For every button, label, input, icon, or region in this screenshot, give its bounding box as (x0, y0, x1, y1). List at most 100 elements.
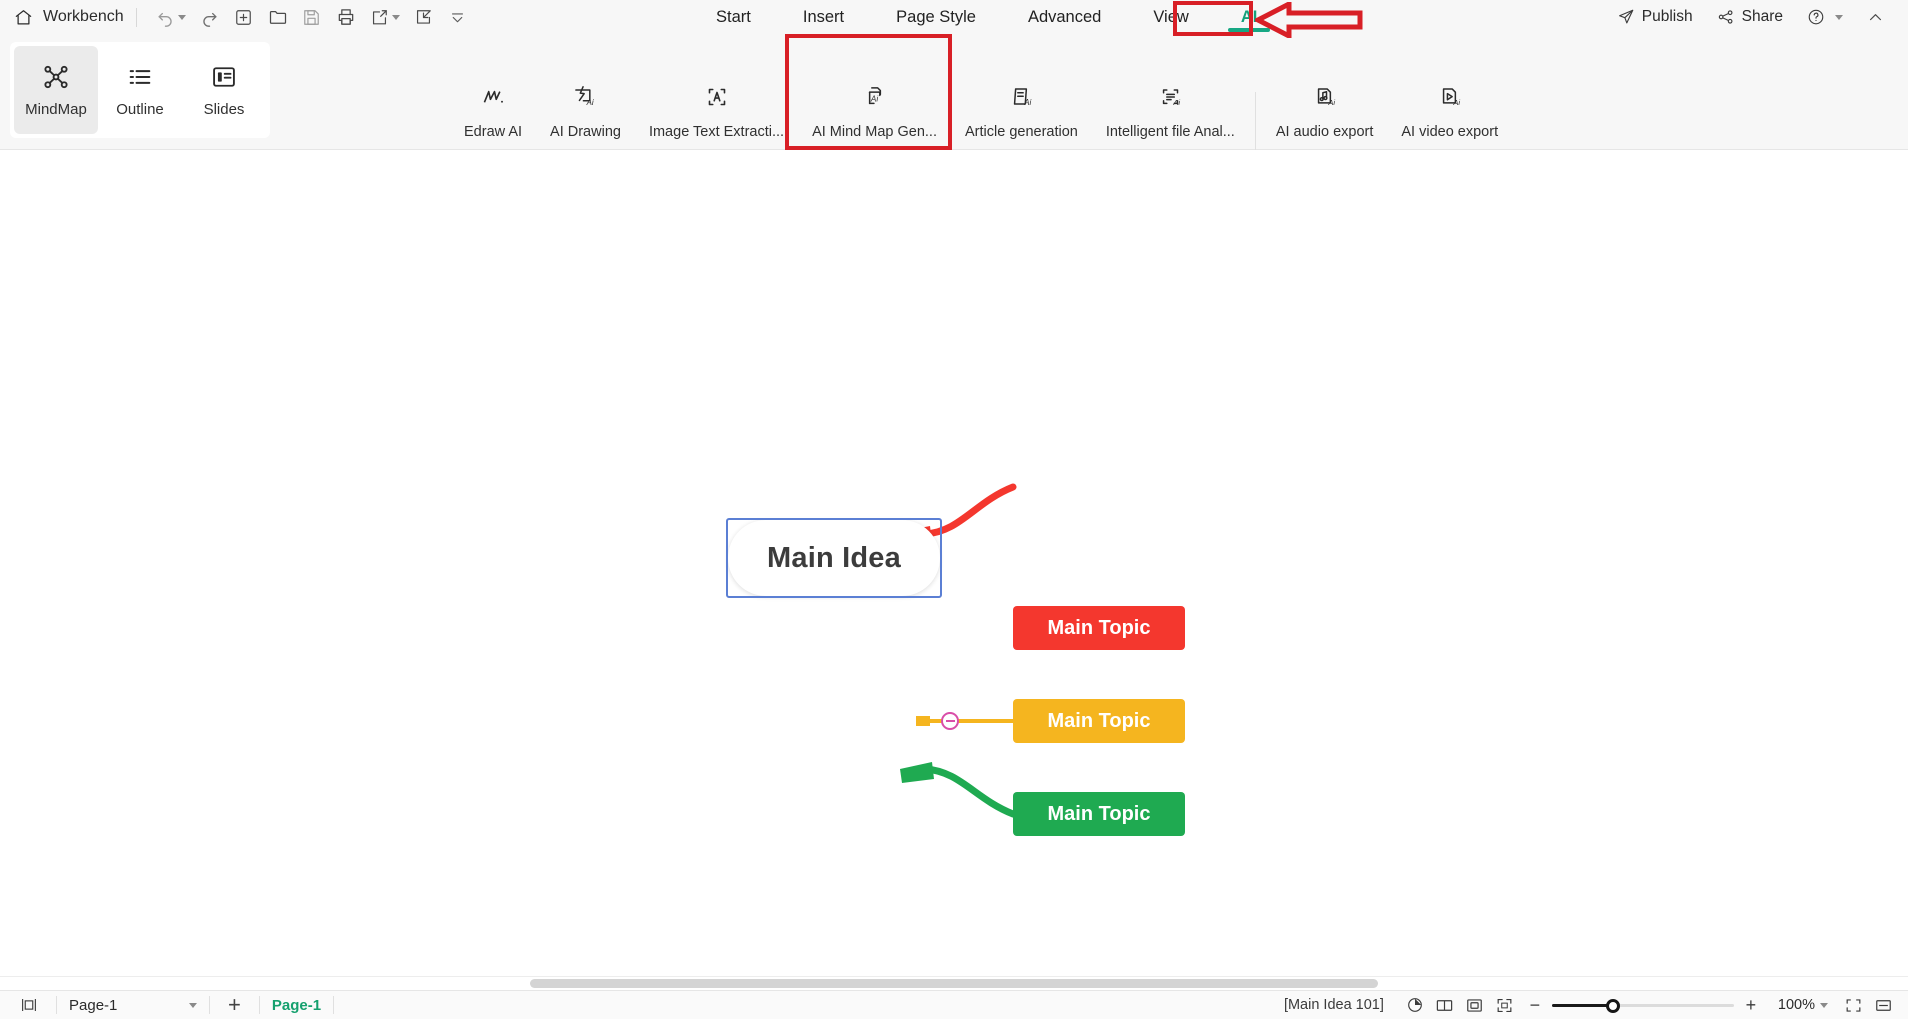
main-topic-node-3[interactable]: Main Topic (1013, 792, 1185, 836)
view-mode-outline[interactable]: Outline (98, 46, 182, 134)
new-button[interactable] (227, 2, 261, 32)
main-topic-label-2: Main Topic (1047, 709, 1151, 732)
title-bar-right-actions: Publish Share (1605, 0, 1896, 34)
view-mode-group: MindMap Outline Slides (10, 42, 270, 138)
status-bar: Page-1 + Page-1 [Main Idea 101] − + 100% (0, 990, 1908, 1019)
page-selector-value: Page-1 (69, 996, 118, 1014)
tab-insert[interactable]: Insert (777, 0, 870, 34)
presentation-frame-icon[interactable] (1838, 991, 1868, 1019)
quick-access-toolbar (149, 2, 475, 32)
collapse-branch-toggle[interactable] (941, 712, 959, 730)
two-pane-view-icon[interactable] (1430, 991, 1460, 1019)
horizontal-scrollbar[interactable] (0, 976, 1908, 990)
tool-ai-mind-map-generation-label: AI Mind Map Gen... (812, 124, 937, 140)
share-nodes-icon (1717, 8, 1735, 26)
print-button[interactable] (329, 2, 363, 32)
add-page-button[interactable]: + (222, 994, 247, 1016)
publish-button[interactable]: Publish (1605, 0, 1705, 34)
ai-mindmap-gen-icon: Ai (860, 82, 890, 112)
more-commands-button[interactable] (441, 2, 475, 32)
help-dropdown-caret[interactable] (1835, 14, 1843, 20)
edrawmind-application-window: Workbench Start Insert Page Style Advanc… (0, 0, 1908, 1019)
tab-advanced[interactable]: Advanced (1002, 0, 1127, 34)
zoom-dropdown-caret[interactable] (1820, 1002, 1828, 1008)
mindmap-icon (42, 63, 70, 91)
collapse-ribbon-button[interactable] (1855, 0, 1896, 34)
import-button[interactable] (407, 2, 441, 32)
outline-list-icon (126, 63, 154, 91)
share-label: Share (1741, 8, 1783, 25)
view-mode-slides-label: Slides (203, 100, 245, 118)
main-topic-label-1: Main Topic (1047, 616, 1151, 639)
zoom-slider-fill (1551, 1004, 1614, 1007)
view-mode-mindmap-label: MindMap (25, 100, 87, 118)
status-divider-3 (258, 996, 260, 1014)
full-screen-icon[interactable] (1490, 991, 1520, 1019)
zoom-level-value[interactable]: 100% (1778, 997, 1815, 1013)
selection-coordinates: [Main Idea 101] (1283, 997, 1384, 1013)
share-button[interactable]: Share (1705, 0, 1795, 34)
view-mode-mindmap[interactable]: MindMap (14, 46, 98, 134)
slides-icon (210, 63, 238, 91)
menu-tab-bar: Start Insert Page Style Advanced View AI (690, 0, 1283, 34)
tool-image-text-extraction-label: Image Text Extracti... (648, 124, 785, 140)
save-button[interactable] (295, 2, 329, 32)
horizontal-scrollbar-thumb[interactable] (530, 979, 1378, 988)
central-topic-node[interactable]: Main Idea (728, 520, 940, 596)
article-generation-icon: Ai (1006, 82, 1036, 112)
redo-button[interactable] (193, 2, 227, 32)
page-selector-caret[interactable] (189, 1002, 197, 1008)
page-selector[interactable]: Page-1 (69, 997, 197, 1014)
tool-article-generation-label: Article generation (965, 124, 1078, 140)
main-topic-node-1[interactable]: Main Topic (1013, 606, 1185, 650)
toggle-sidebar-button[interactable] (14, 991, 44, 1019)
send-plane-icon (1617, 8, 1635, 26)
tab-start[interactable]: Start (690, 0, 777, 34)
ai-ribbon: MindMap Outline Slides Edraw AI Ai AI Dr… (0, 34, 1908, 154)
theme-pie-icon[interactable] (1400, 991, 1430, 1019)
status-divider-1 (56, 996, 57, 1014)
image-text-extract-icon (702, 82, 732, 112)
open-button[interactable] (261, 2, 295, 32)
status-bar-right: [Main Idea 101] − + 100% (1284, 991, 1898, 1019)
zoom-slider[interactable] (1551, 998, 1734, 1013)
status-divider-2 (209, 996, 210, 1014)
svg-text:Ai: Ai (1327, 98, 1335, 107)
workbench-home-button[interactable]: Workbench (14, 0, 124, 34)
view-mode-outline-label: Outline (116, 100, 164, 118)
zoom-out-button[interactable]: − (1526, 995, 1544, 1016)
tool-edraw-ai-label: Edraw AI (464, 124, 523, 140)
publish-label: Publish (1641, 8, 1693, 25)
help-button[interactable] (1795, 0, 1855, 34)
tab-ai[interactable]: AI (1215, 0, 1284, 34)
title-bar: Workbench Start Insert Page Style Advanc… (0, 0, 1908, 34)
export-dropdown-caret[interactable] (391, 14, 400, 20)
home-icon (14, 8, 33, 27)
status-divider-4 (333, 996, 335, 1014)
zoom-slider-knob[interactable] (1605, 999, 1620, 1013)
svg-text:Ai: Ai (1452, 98, 1460, 107)
tab-view[interactable]: View (1127, 0, 1214, 34)
mindmap-canvas[interactable]: Main Idea Main Topic Main Topic Main Top… (0, 150, 1908, 970)
undo-dropdown-caret[interactable] (177, 14, 186, 20)
ai-drawing-icon: Ai (570, 82, 600, 112)
tab-page-style[interactable]: Page Style (870, 0, 1002, 34)
ribbon-group-divider (1254, 92, 1256, 154)
ai-audio-export-icon: Ai (1310, 82, 1340, 112)
workbench-label: Workbench (43, 8, 124, 25)
central-topic-label: Main Idea (767, 541, 901, 574)
view-mode-slides[interactable]: Slides (182, 46, 266, 134)
ai-video-export-icon: Ai (1435, 82, 1465, 112)
tool-intelligent-file-analysis-label: Intelligent file Anal... (1105, 124, 1235, 140)
page-tab-page-1[interactable]: Page-1 (272, 997, 321, 1014)
fit-page-icon[interactable] (1460, 991, 1490, 1019)
export-button[interactable] (363, 2, 407, 32)
main-topic-node-2[interactable]: Main Topic (1013, 699, 1185, 743)
zoom-control: − + (1526, 995, 1760, 1016)
zoom-in-button[interactable]: + (1742, 995, 1760, 1016)
undo-button[interactable] (149, 2, 193, 32)
toolbar-divider (135, 7, 137, 27)
split-view-icon[interactable] (1868, 991, 1898, 1019)
svg-text:Ai: Ai (869, 95, 877, 104)
svg-text:Ai: Ai (586, 98, 594, 107)
